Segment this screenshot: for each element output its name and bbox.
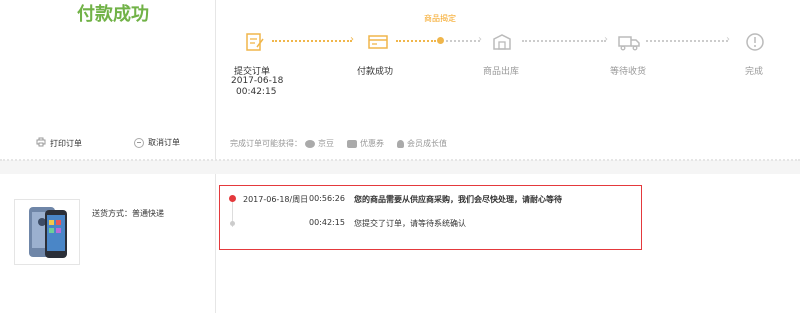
warehouse-box-icon	[490, 30, 514, 54]
tracking-time: 00:56:26	[309, 194, 345, 203]
jd-bean-icon	[305, 139, 315, 148]
print-order-button[interactable]: 打印订单	[36, 137, 82, 149]
current-progress-dot	[437, 37, 444, 44]
step-time-submit: 00:42:15	[236, 87, 277, 97]
step-label-complete: 完成	[745, 67, 764, 77]
cancel-order-label: 取消订单	[148, 138, 180, 147]
delivery-truck-icon	[617, 30, 641, 54]
coupon-icon	[347, 139, 357, 148]
phone-image-icon	[29, 207, 67, 258]
cancel-order-button[interactable]: 取消订单	[134, 137, 180, 148]
step-date-submit: 2017-06-18	[231, 76, 284, 86]
step-label-payment: 付款成功	[357, 67, 394, 77]
step-label-outbound: 商品出库	[483, 67, 520, 77]
tracking-date: 2017-06-18/周日	[243, 195, 309, 204]
printer-icon	[36, 137, 46, 149]
progress-connector-3	[522, 40, 606, 43]
tracking-date	[243, 218, 309, 229]
page-title: 付款成功	[77, 4, 149, 25]
tracking-past-dot	[230, 221, 235, 226]
tracking-message: 您的商品需要从供应商采购，我们会尽快处理，请耐心等待	[354, 195, 562, 204]
tracking-message: 您提交了订单，请等待系统确认	[354, 219, 466, 228]
tracking-row: 00:42:15 您提交了订单，请等待系统确认	[243, 218, 466, 229]
benefit-jd-bean: 京豆	[318, 139, 334, 148]
member-growth-icon	[397, 139, 404, 148]
print-order-label: 打印订单	[50, 138, 82, 148]
tracking-time: 00:42:15	[309, 218, 345, 227]
left-divider	[215, 0, 216, 160]
step-label-awaiting: 等待收货	[610, 67, 647, 77]
product-thumbnail[interactable]	[14, 199, 80, 265]
section-separator-edge	[0, 159, 800, 163]
lower-divider	[215, 174, 216, 313]
progress-arrow-icon: ›	[478, 34, 482, 45]
submit-order-icon	[243, 30, 267, 54]
progress-arrow-icon: ›	[350, 34, 354, 45]
complete-check-icon	[743, 30, 767, 54]
tracking-row: 2017-06-18/周日 00:56:26 您的商品需要从供应商采购，我们会尽…	[243, 194, 562, 205]
progress-connector-2b	[446, 40, 480, 43]
benefits-row: 完成订单可能获得： 京豆 优惠券 会员成长值	[230, 138, 447, 149]
payment-card-icon	[366, 30, 390, 54]
benefits-intro: 完成订单可能获得：	[230, 139, 302, 148]
shipping-method: 送货方式：普通快递	[92, 209, 164, 218]
progress-connector-2a	[396, 40, 436, 43]
current-status-label: 商品揭定	[424, 14, 456, 23]
benefit-member-growth: 会员成长值	[407, 139, 447, 148]
benefit-coupon: 优惠券	[360, 139, 384, 148]
progress-connector-4	[646, 40, 728, 43]
progress-arrow-icon: ›	[726, 34, 730, 45]
cancel-icon	[134, 137, 144, 148]
progress-arrow-icon: ›	[604, 34, 608, 45]
progress-connector-1	[272, 40, 352, 43]
tracking-current-dot	[229, 195, 236, 202]
